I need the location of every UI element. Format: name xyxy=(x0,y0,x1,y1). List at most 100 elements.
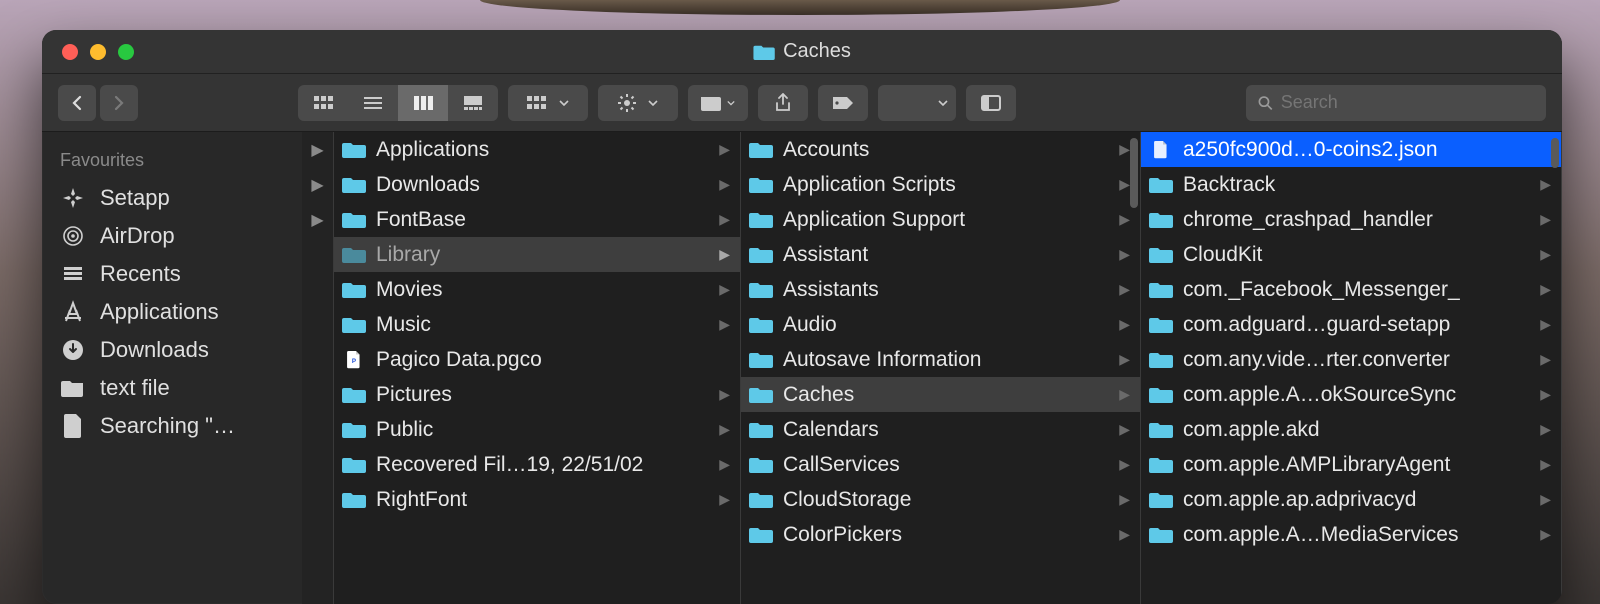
dropdown-button[interactable] xyxy=(878,85,956,121)
file-row[interactable]: Backtrack ▶ xyxy=(1141,167,1561,202)
quicklook-button[interactable] xyxy=(966,85,1016,121)
svg-text:P: P xyxy=(352,357,356,364)
file-row[interactable]: com.adguard…guard-setapp▶ xyxy=(1141,307,1561,342)
file-row[interactable]: com.apple.AMPLibraryAgent▶ xyxy=(1141,447,1561,482)
file-row[interactable]: com._Facebook_Messenger_▶ xyxy=(1141,272,1561,307)
sidebar-item-setapp[interactable]: Setapp xyxy=(42,179,302,217)
file-row[interactable]: CallServices▶ xyxy=(741,447,1140,482)
chevron-right-icon: ▶ xyxy=(1119,526,1130,543)
file-row[interactable]: Audio▶ xyxy=(741,307,1140,342)
close-button[interactable] xyxy=(62,44,78,60)
file-row[interactable]: Accounts▶ xyxy=(741,132,1140,167)
file-label: CloudKit xyxy=(1183,243,1530,267)
file-row[interactable]: PPagico Data.pgco xyxy=(334,342,740,377)
chevron-right-icon: ▶ xyxy=(719,281,730,298)
action-button[interactable] xyxy=(598,85,678,121)
search-icon xyxy=(1258,95,1273,111)
file-row[interactable]: com.apple.akd▶ xyxy=(1141,412,1561,447)
setapp-icon xyxy=(60,185,86,211)
chevron-right-icon: ▶ xyxy=(1540,176,1551,193)
sidebar-item-label: Setapp xyxy=(100,185,170,211)
sidebar-item-label: text file xyxy=(100,375,170,401)
chevron-right-icon: ▶ xyxy=(1119,176,1130,193)
arrange-button[interactable] xyxy=(508,85,588,121)
file-row[interactable]: com.apple.A…MediaServices▶ xyxy=(1141,517,1561,552)
file-row[interactable]: a250fc900d…0-coins2.json xyxy=(1141,132,1561,167)
file-row[interactable]: Calendars▶ xyxy=(741,412,1140,447)
icon-view-button[interactable] xyxy=(298,85,348,121)
file-row[interactable]: Application Scripts▶ xyxy=(741,167,1140,202)
sidebar-item-downloads[interactable]: Downloads xyxy=(42,331,302,369)
file-row[interactable]: CloudKit▶ xyxy=(1141,237,1561,272)
file-label: chrome_crashpad_handler xyxy=(1183,208,1530,232)
file-row[interactable]: CloudStorage▶ xyxy=(741,482,1140,517)
search-field[interactable] xyxy=(1246,85,1546,121)
scrollbar[interactable] xyxy=(1551,136,1559,600)
file-row[interactable]: Library▶ xyxy=(334,237,740,272)
column-2: Accounts▶Application Scripts▶Application… xyxy=(741,132,1141,604)
tags-button[interactable] xyxy=(818,85,868,121)
chevron-right-icon: ▶ xyxy=(1119,421,1130,438)
column-disclosure: ▶ ▶ ▶ xyxy=(302,132,334,604)
sidebar-item-applications[interactable]: Applications xyxy=(42,293,302,331)
file-row[interactable]: Caches▶ xyxy=(741,377,1140,412)
back-button[interactable] xyxy=(58,85,96,121)
file-row[interactable]: com.any.vide…rter.converter▶ xyxy=(1141,342,1561,377)
chevron-right-icon: ▶ xyxy=(1119,351,1130,368)
airdrop-icon xyxy=(60,223,86,249)
sidebar-item-recents[interactable]: Recents xyxy=(42,255,302,293)
file-label: Movies xyxy=(376,278,709,302)
disclosure-triangle[interactable]: ▶ xyxy=(302,202,333,237)
file-row[interactable]: FontBase▶ xyxy=(334,202,740,237)
sidebar-item-text-file[interactable]: text file xyxy=(42,369,302,407)
file-row[interactable]: Autosave Information ▶ xyxy=(741,342,1140,377)
file-row[interactable]: chrome_crashpad_handler▶ xyxy=(1141,202,1561,237)
file-label: com.any.vide…rter.converter xyxy=(1183,348,1530,372)
maximize-button[interactable] xyxy=(118,44,134,60)
minimize-button[interactable] xyxy=(90,44,106,60)
chevron-right-icon: ▶ xyxy=(719,316,730,333)
scrollbar[interactable] xyxy=(1130,136,1138,600)
gallery-view-button[interactable] xyxy=(448,85,498,121)
file-row[interactable]: Downloads▶ xyxy=(334,167,740,202)
file-label: Backtrack xyxy=(1183,173,1530,197)
sidebar-item-airdrop[interactable]: AirDrop xyxy=(42,217,302,255)
scroll-thumb[interactable] xyxy=(1130,138,1138,208)
file-row[interactable]: ColorPickers▶ xyxy=(741,517,1140,552)
list-view-button[interactable] xyxy=(348,85,398,121)
window-title: Caches xyxy=(753,40,851,63)
share-button[interactable] xyxy=(758,85,808,121)
file-label: Assistants xyxy=(783,278,1109,302)
file-label: Autosave Information xyxy=(783,348,1109,372)
column-3: a250fc900d…0-coins2.json Backtrack ▶ chrome… xyxy=(1141,132,1562,604)
chevron-right-icon: ▶ xyxy=(1540,281,1551,298)
sidebar-item-label: Recents xyxy=(100,261,181,287)
file-row[interactable]: Applications▶ xyxy=(334,132,740,167)
sidebar-heading: Favourites xyxy=(42,146,302,179)
file-row[interactable]: Assistants▶ xyxy=(741,272,1140,307)
file-row[interactable]: Assistant▶ xyxy=(741,237,1140,272)
file-row[interactable]: Recovered Fil…19, 22/51/02▶ xyxy=(334,447,740,482)
column-browser: ▶ ▶ ▶ Applications▶Downloads▶FontBase▶Li… xyxy=(302,132,1562,604)
file-row[interactable]: Music▶ xyxy=(334,307,740,342)
file-row[interactable]: com.apple.A…okSourceSync▶ xyxy=(1141,377,1561,412)
file-label: Public xyxy=(376,418,709,442)
disclosure-triangle[interactable]: ▶ xyxy=(302,132,333,167)
file-row[interactable]: RightFont▶ xyxy=(334,482,740,517)
new-folder-button[interactable] xyxy=(688,85,748,121)
forward-button[interactable] xyxy=(100,85,138,121)
file-row[interactable]: Movies ▶ xyxy=(334,272,740,307)
file-label: com.apple.akd xyxy=(1183,418,1530,442)
sidebar-item-searching-[interactable]: Searching "… xyxy=(42,407,302,445)
disclosure-triangle[interactable]: ▶ xyxy=(302,167,333,202)
file-row[interactable]: Application Support▶ xyxy=(741,202,1140,237)
chevron-right-icon: ▶ xyxy=(1540,491,1551,508)
search-input[interactable] xyxy=(1281,92,1534,113)
chevron-right-icon: ▶ xyxy=(719,211,730,228)
file-row[interactable]: Pictures▶ xyxy=(334,377,740,412)
file-row[interactable]: Public▶ xyxy=(334,412,740,447)
file-label: com.apple.AMPLibraryAgent xyxy=(1183,453,1530,477)
file-row[interactable]: com.apple.ap.adprivacyd▶ xyxy=(1141,482,1561,517)
scroll-thumb[interactable] xyxy=(1551,138,1559,168)
column-view-button[interactable] xyxy=(398,85,448,121)
